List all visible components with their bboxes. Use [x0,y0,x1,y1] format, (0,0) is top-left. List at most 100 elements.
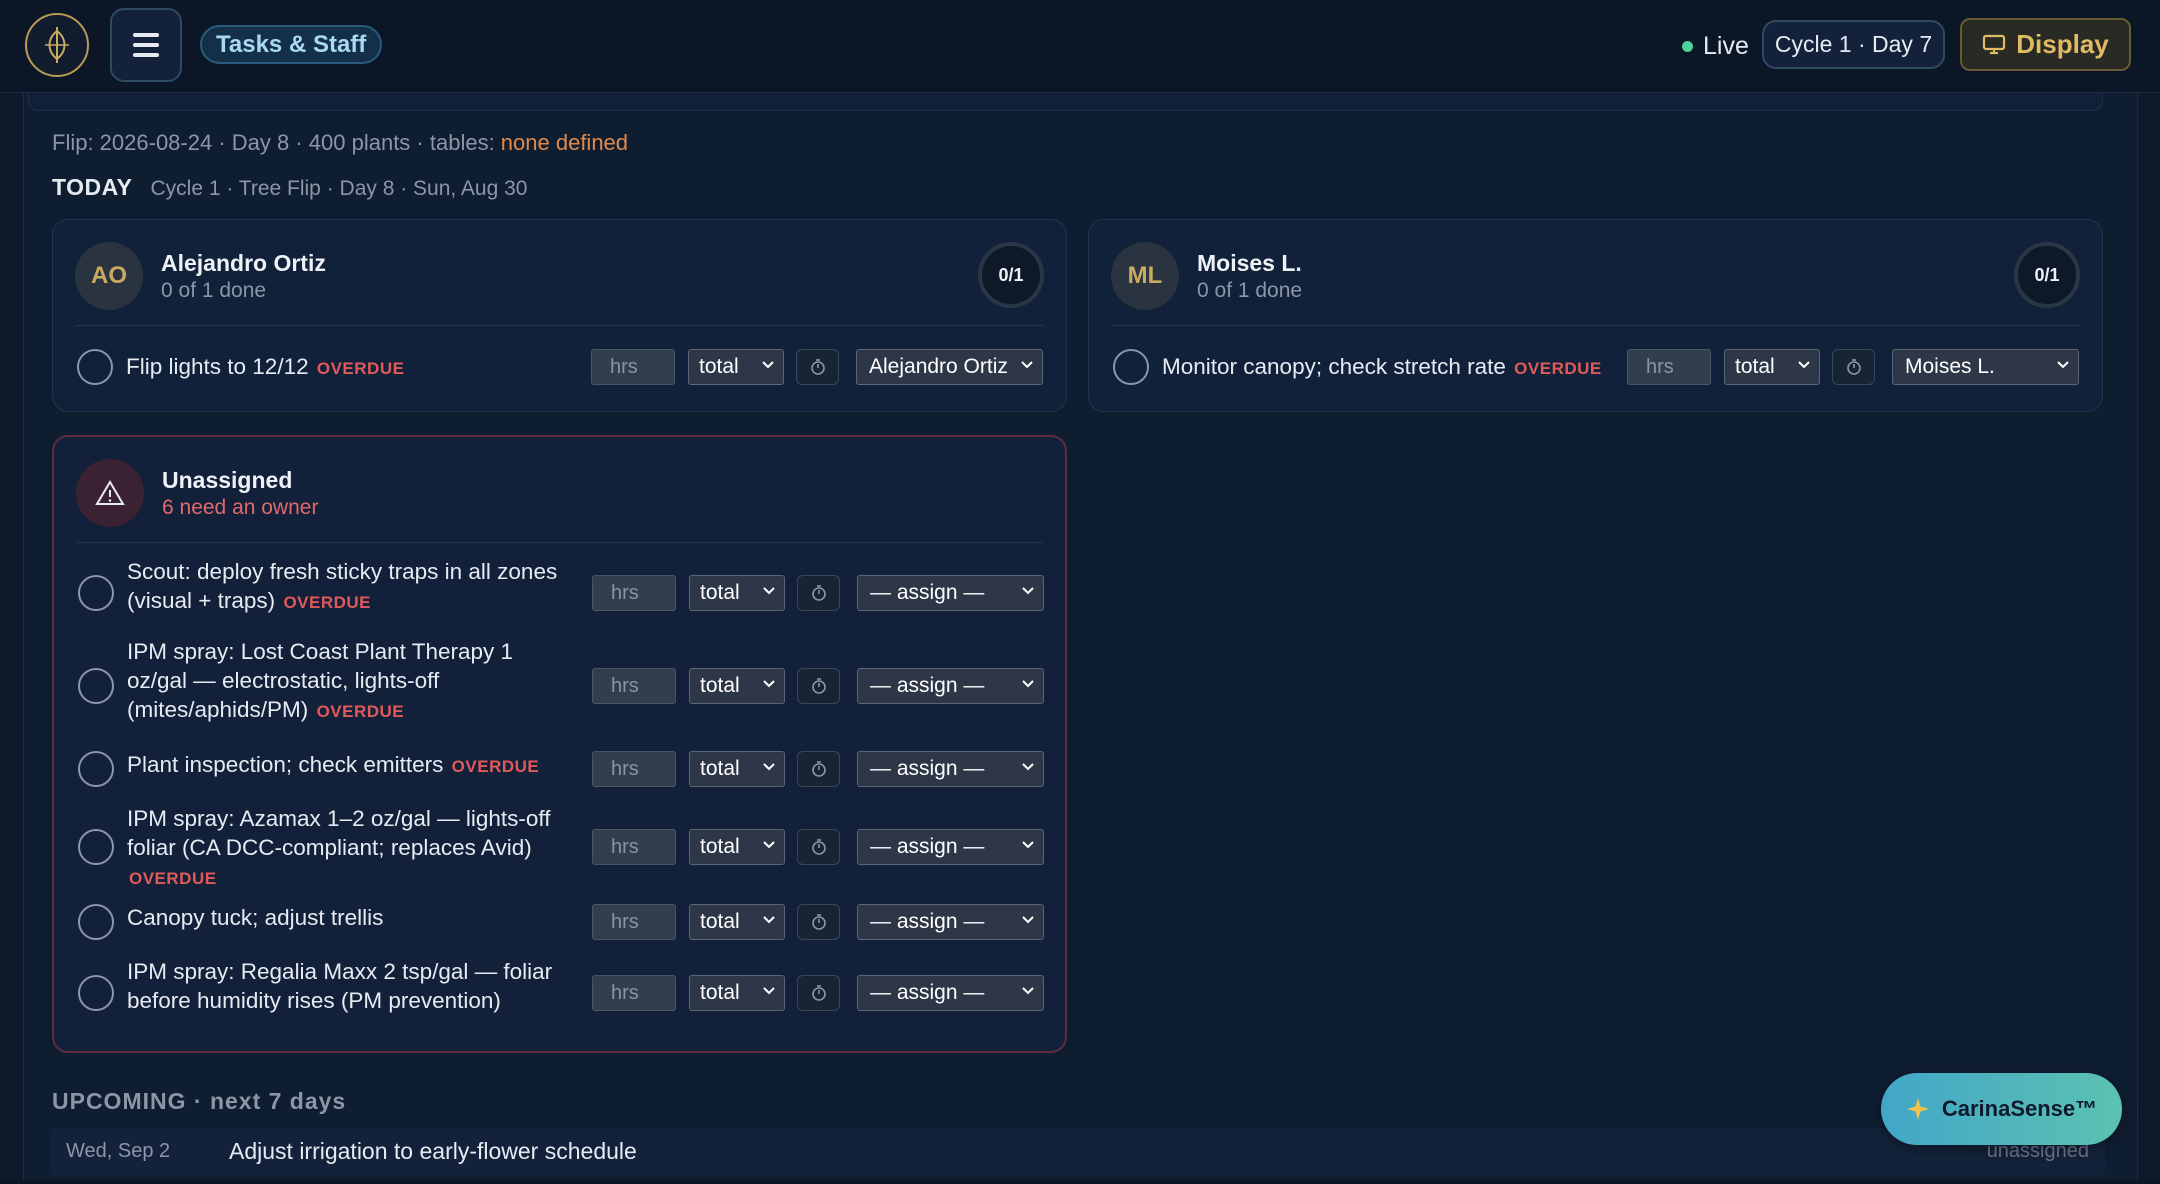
assignee-select[interactable]: — assign — [857,904,1044,940]
task-text: Monitor canopy; check stretch rate OVERD… [1162,354,1602,379]
hours-input[interactable]: hrs [1627,349,1711,385]
cycle-selector[interactable]: Cycle 1 · Day 7 [1762,20,1945,69]
stopwatch-icon [811,985,826,1001]
hours-input[interactable]: hrs [592,575,676,611]
chevron-down-icon [763,841,775,849]
warning-triangle-icon [95,480,125,505]
upcoming-item[interactable]: Wed, Sep 2 Adjust irrigation to early-fl… [50,1128,2105,1176]
assignee-select[interactable]: — assign — [857,751,1044,787]
carinasense-label: CarinaSense™ [1941,1096,2098,1121]
menu-button[interactable] [110,8,182,82]
sparkle-icon [1906,1098,1929,1120]
task-complete-radio[interactable] [78,904,114,940]
task-complete-radio[interactable] [78,575,114,611]
task-complete-radio[interactable] [78,668,114,704]
chevron-down-icon [763,763,775,771]
today-header: TODAY Cycle 1 · Tree Flip · Day 8 · Sun,… [52,174,527,201]
timer-button[interactable] [797,751,840,787]
upcoming-label: UPCOMING · next 7 days [52,1088,347,1114]
assignee-select[interactable]: — assign — [857,575,1044,611]
total-select[interactable]: total [689,829,785,865]
staff-done-count: 0 of 1 done [1197,279,1303,302]
total-select[interactable]: total [689,668,785,704]
unassigned-card: Unassigned 6 need an owner Scout: deploy… [52,435,1067,1053]
live-dot-icon [1682,40,1693,52]
task-row: IPM spray: Regalia Maxx 2 tsp/gal — foli… [54,957,1065,1029]
total-select[interactable]: total [1724,349,1820,385]
staff-card-alejandro: AO Alejandro Ortiz 0 of 1 done 0/1 Flip … [52,219,1067,412]
assignee-select[interactable]: — assign — [857,975,1044,1011]
stopwatch-icon [811,839,826,855]
task-row: Plant inspection; check emitters OVERDUE… [54,744,1065,794]
hours-input[interactable]: hrs [592,829,676,865]
task-complete-radio[interactable] [78,829,114,865]
flip-summary: Flip: 2026-08-24 · Day 8 · 400 plants · … [52,130,628,156]
tables-warning[interactable]: none defined [501,130,628,155]
task-text: Scout: deploy fresh sticky traps in all … [127,559,558,613]
chevron-down-icon [1022,587,1034,595]
assignee-select[interactable]: Moises L. [1892,349,2079,385]
app-logo[interactable] [25,13,89,77]
assignee-select[interactable]: Alejandro Ortiz [856,349,1043,385]
stopwatch-icon [811,914,826,930]
stopwatch-icon [811,585,826,601]
hours-input[interactable]: hrs [592,668,676,704]
divider [76,542,1043,543]
task-row: Scout: deploy fresh sticky traps in all … [54,557,1065,629]
timer-button[interactable] [797,668,840,704]
total-select[interactable]: total [689,975,785,1011]
assignee-select[interactable]: — assign — [857,668,1044,704]
overdue-badge: OVERDUE [451,757,540,776]
total-select[interactable]: total [689,751,785,787]
task-text: Plant inspection; check emitters OVERDUE [127,752,540,777]
total-select[interactable]: total [688,349,784,385]
stopwatch-icon [811,761,826,777]
task-complete-radio[interactable] [78,975,114,1011]
task-complete-radio[interactable] [78,751,114,787]
timer-button[interactable] [796,349,839,385]
top-bar: Tasks & Staff Live Cycle 1 · Day 7 Displ… [0,0,2160,93]
leaf-logo-icon [45,27,69,63]
hours-input[interactable]: hrs [592,751,676,787]
assignee-select[interactable]: — assign — [857,829,1044,865]
today-label: TODAY [52,174,133,200]
timer-button[interactable] [797,829,840,865]
total-select[interactable]: total [689,575,785,611]
hours-input[interactable]: hrs [592,975,676,1011]
divider [1111,325,2080,326]
timer-button[interactable] [797,575,840,611]
display-label: Display [2016,29,2109,59]
staff-done-count: 0 of 1 done [161,279,267,302]
page-title: Tasks & Staff [200,25,383,64]
task-complete-radio[interactable] [77,349,113,385]
timer-button[interactable] [797,904,840,940]
overdue-badge: OVERDUE [316,359,405,378]
hours-input[interactable]: hrs [591,349,675,385]
chevron-down-icon [763,680,775,688]
chevron-down-icon [2057,361,2069,369]
chevron-down-icon [763,587,775,595]
chevron-down-icon [762,361,774,369]
live-label: Live [1703,31,1749,60]
chevron-down-icon [1022,987,1034,995]
stopwatch-icon [811,678,826,694]
warning-avatar [76,459,144,527]
overdue-badge: OVERDUE [129,869,217,888]
total-select[interactable]: total [689,904,785,940]
flip-summary-text: Flip: 2026-08-24 · Day 8 · 400 plants · … [52,130,501,155]
hours-input[interactable]: hrs [592,904,676,940]
divider [75,325,1044,326]
task-complete-radio[interactable] [1113,349,1149,385]
upcoming-date: Wed, Sep 2 [66,1140,171,1162]
overdue-badge: OVERDUE [316,702,405,721]
timer-button[interactable] [1832,349,1875,385]
carinasense-button[interactable]: CarinaSense™ [1881,1073,2122,1145]
overdue-badge: OVERDUE [283,593,372,612]
staff-card-moises: ML Moises L. 0 of 1 done 0/1 Monitor can… [1088,219,2103,412]
chevron-down-icon [1022,916,1034,924]
live-status: Live [1682,30,1749,62]
progress-ring: 0/1 [2014,242,2080,308]
display-button[interactable]: Display [1960,18,2131,71]
timer-button[interactable] [797,975,840,1011]
task-text: IPM spray: Lost Coast Plant Therapy 1 oz/… [127,639,514,722]
